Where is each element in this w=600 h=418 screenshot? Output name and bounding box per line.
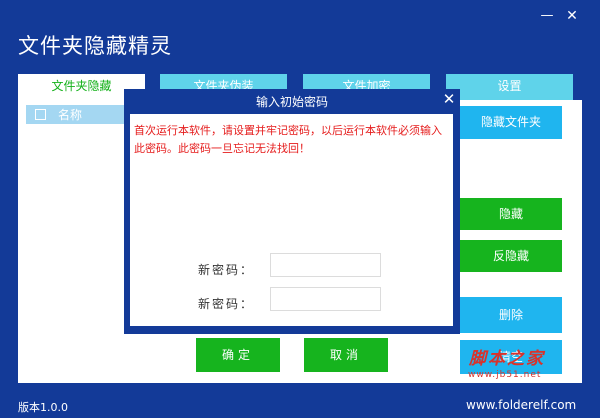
watermark-url: www.jb51.net (468, 370, 542, 380)
column-name-header[interactable]: 名称 (58, 106, 82, 123)
new-password-input[interactable] (270, 253, 381, 277)
main-window: — ✕ 文件夹隐藏精灵 文件夹隐藏 文件夹伪装 文件加密 设置 名称 隐藏文件夹… (0, 0, 600, 418)
unhide-button[interactable]: 反隐藏 (460, 240, 562, 272)
hide-button[interactable]: 隐藏 (460, 198, 562, 230)
select-all-checkbox[interactable] (35, 109, 46, 120)
hide-folder-button[interactable]: 隐藏文件夹 (460, 106, 562, 139)
confirm-password-label: 新密码： (198, 297, 255, 311)
dialog-close-icon[interactable]: ✕ (440, 89, 458, 109)
initial-password-dialog: 输入初始密码 ✕ 首次运行本软件，请设置并牢记密码，以后运行本软件必须输入此密码… (124, 89, 460, 372)
new-password-label: 新密码： (198, 263, 255, 277)
dialog-title: 输入初始密码 (255, 95, 328, 109)
app-title: 文件夹隐藏精灵 (18, 34, 172, 58)
website-link[interactable]: www.folderelf.com (466, 398, 576, 412)
ok-button[interactable]: 确定 (196, 338, 280, 372)
version-label: 版本1.0.0 (18, 401, 68, 414)
tab-settings[interactable]: 设置 (446, 74, 573, 100)
close-button[interactable]: ✕ (563, 8, 581, 24)
delete-button[interactable]: 删除 (460, 297, 562, 333)
confirm-password-input[interactable] (270, 287, 381, 311)
cancel-button[interactable]: 取消 (304, 338, 388, 372)
watermark-logo: 脚本之家 (469, 349, 545, 369)
minimize-button[interactable]: — (538, 8, 556, 24)
dialog-warning-message: 首次运行本软件，请设置并牢记密码，以后运行本软件必须输入此密码。此密码一旦忘记无… (134, 124, 442, 155)
